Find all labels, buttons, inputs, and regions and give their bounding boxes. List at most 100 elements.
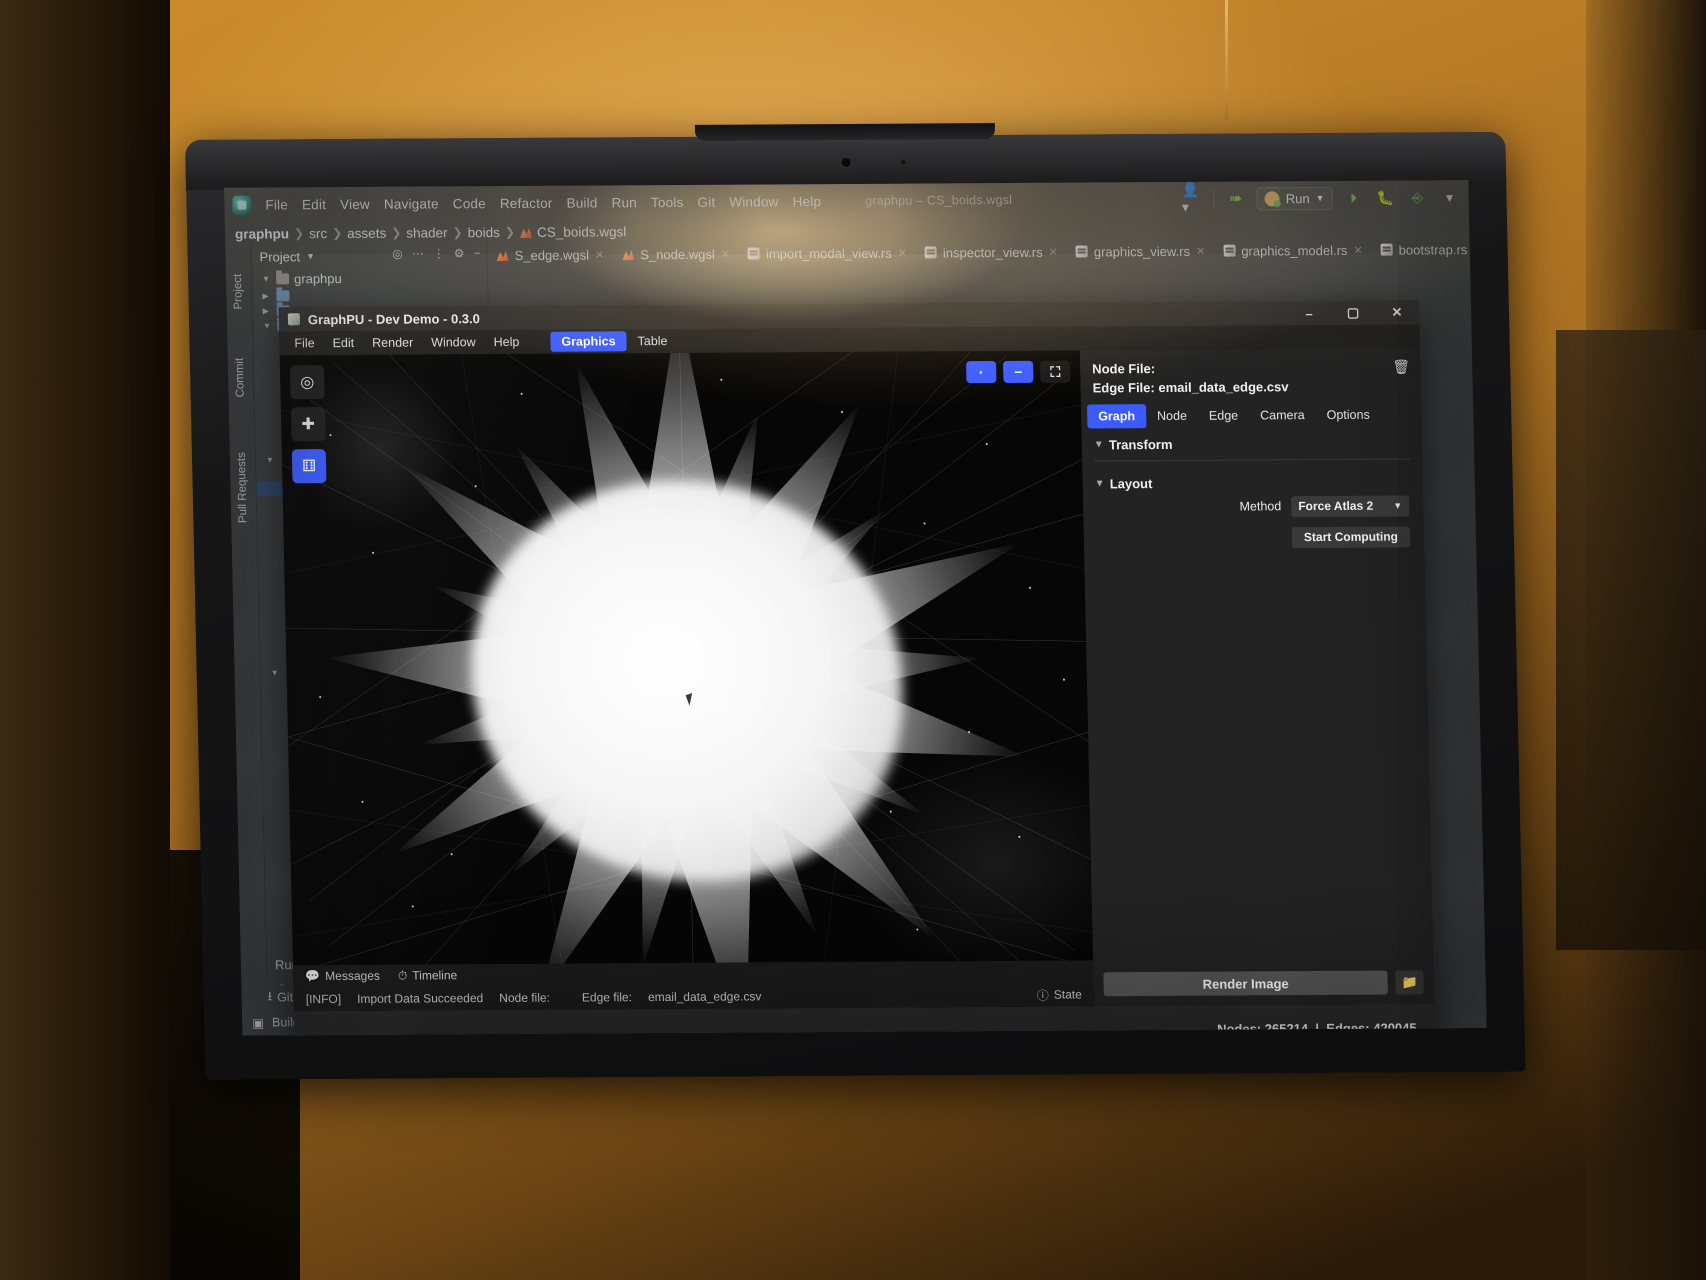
- chevron-down-icon: ▼: [261, 274, 271, 284]
- breadcrumb-item-4[interactable]: boids: [467, 225, 500, 240]
- close-icon[interactable]: ✕: [1353, 243, 1362, 256]
- close-icon[interactable]: ✕: [1049, 245, 1058, 258]
- ide-menu-build[interactable]: Build: [566, 195, 597, 210]
- more-actions-icon[interactable]: ▾: [1438, 186, 1460, 208]
- graphpu-menu-window[interactable]: Window: [422, 332, 485, 352]
- close-button[interactable]: ✕: [1375, 300, 1420, 324]
- target-icon[interactable]: ◎: [289, 365, 325, 400]
- close-icon[interactable]: ✕: [898, 246, 907, 259]
- minus-icon[interactable]: −: [1003, 360, 1034, 383]
- inspector-tabs: Graph Node Edge Camera Options: [1081, 402, 1422, 429]
- ide-menu-navigate[interactable]: Navigate: [384, 196, 439, 211]
- move-icon[interactable]: ✚: [290, 407, 326, 442]
- chevron-down-icon: ▼: [1094, 478, 1105, 490]
- run-with-coverage-icon[interactable]: ⎆: [1406, 186, 1428, 208]
- breadcrumb-item-0[interactable]: graphpu: [235, 226, 289, 241]
- editor-tab-label: graphics_model.rs: [1241, 242, 1348, 259]
- ide-menu-edit[interactable]: Edit: [302, 197, 326, 212]
- sidebar-item-pull-requests[interactable]: Pull Requests: [235, 433, 250, 543]
- viewport-view-buttons: · − ⛶: [966, 360, 1071, 384]
- tab-graph[interactable]: Graph: [1086, 403, 1147, 429]
- folder-icon[interactable]: 📁: [1395, 970, 1424, 995]
- rust-file-icon: [747, 247, 761, 260]
- chevron-down-icon: ▼: [265, 455, 275, 465]
- tab-graphics[interactable]: Graphics: [550, 331, 627, 352]
- tab-edge[interactable]: Edge: [1198, 403, 1250, 427]
- project-panel-title: Project: [259, 248, 301, 265]
- debug-icon[interactable]: 🐛: [1374, 187, 1396, 209]
- minimize-button[interactable]: –: [1287, 301, 1332, 325]
- method-dropdown[interactable]: Force Atlas 2 ▼: [1291, 495, 1410, 517]
- breadcrumb-item-2[interactable]: assets: [347, 225, 386, 240]
- tab-messages[interactable]: 💬 Messages: [305, 969, 380, 983]
- breadcrumb-item-5[interactable]: CS_boids.wgsl: [537, 224, 627, 240]
- tree-row[interactable]: ▼ graphpu: [252, 268, 487, 288]
- maximize-button[interactable]: ▢: [1331, 301, 1376, 325]
- ide-menu-file[interactable]: File: [265, 197, 288, 212]
- run-configuration-selector[interactable]: Run ▼: [1256, 186, 1333, 210]
- ide-menu-git[interactable]: Git: [697, 194, 715, 209]
- editor-tab[interactable]: bootstrap.rs✕: [1371, 239, 1470, 261]
- close-icon[interactable]: ✕: [721, 247, 730, 260]
- tab-options[interactable]: Options: [1315, 402, 1381, 426]
- editor-tab-label: S_edge.wgsl: [514, 247, 590, 263]
- bottom-tab-git[interactable]: ⭳ Git: [267, 987, 294, 1008]
- collapse-all-icon[interactable]: ⋯: [412, 247, 424, 261]
- editor-tab[interactable]: graphics_model.rs ✕: [1214, 239, 1372, 261]
- hammer-build-icon[interactable]: ➠: [1225, 188, 1247, 210]
- editor-tab[interactable]: S_edge.wgsl ✕: [487, 244, 613, 266]
- state-label: State: [1053, 987, 1083, 1002]
- graphpu-menu-file[interactable]: File: [285, 333, 324, 353]
- settings-gear-icon[interactable]: ⚙: [454, 246, 465, 260]
- ide-menu-window[interactable]: Window: [729, 194, 779, 209]
- tab-timeline[interactable]: ⏱ Timeline: [398, 968, 458, 983]
- dot-icon[interactable]: ·: [966, 361, 997, 384]
- section-layout[interactable]: ▼ Layout: [1082, 465, 1423, 493]
- sidebar-item-commit[interactable]: Commit: [234, 348, 247, 408]
- wall-seam: [1225, 0, 1228, 120]
- tab-node[interactable]: Node: [1146, 403, 1198, 427]
- sidebar-item-project[interactable]: Project: [232, 262, 245, 322]
- ide-menu-code[interactable]: Code: [453, 196, 486, 211]
- chevron-down-icon: ▼: [262, 321, 272, 331]
- state-indicator[interactable]: ⓘ State: [1037, 986, 1094, 1003]
- ide-menu-refactor[interactable]: Refactor: [500, 195, 553, 210]
- editor-tab[interactable]: graphics_view.rs ✕: [1067, 240, 1215, 262]
- run-button-icon[interactable]: ⏵: [1342, 187, 1364, 209]
- expand-all-icon[interactable]: ⋮: [433, 246, 445, 260]
- ide-logo-icon: [232, 195, 252, 215]
- close-icon[interactable]: ✕: [1196, 244, 1205, 257]
- ide-menu-tools[interactable]: Tools: [651, 194, 684, 209]
- ide-window-title: graphpu – CS_boids.wgsl: [864, 192, 1013, 208]
- hide-panel-icon[interactable]: −: [473, 246, 480, 260]
- section-transform[interactable]: ▼ Transform: [1082, 426, 1423, 454]
- viewport-tool-buttons: ◎ ✚ ⚅: [289, 365, 327, 484]
- breadcrumb-item-3[interactable]: shader: [406, 225, 448, 240]
- trash-icon[interactable]: 🗑: [1392, 358, 1410, 375]
- scroll-from-source-icon[interactable]: ◎: [392, 247, 403, 261]
- ide-menu-view[interactable]: View: [340, 196, 370, 211]
- ide-menu-help[interactable]: Help: [792, 194, 821, 209]
- render-image-button[interactable]: Render Image: [1103, 970, 1388, 997]
- editor-tab[interactable]: import_modal_view.rs ✕: [739, 242, 916, 264]
- chevron-down-icon[interactable]: ▼: [306, 251, 315, 261]
- ide-menu-run[interactable]: Run: [611, 195, 637, 210]
- graphpu-app-icon: [287, 313, 301, 326]
- start-computing-button[interactable]: Start Computing: [1291, 526, 1411, 548]
- graphpu-menu-help[interactable]: Help: [484, 332, 528, 352]
- tab-camera[interactable]: Camera: [1249, 403, 1316, 427]
- nodes-icon[interactable]: ⚅: [291, 449, 327, 484]
- tab-table[interactable]: Table: [626, 331, 678, 351]
- user-account-icon[interactable]: 👤▾: [1181, 182, 1204, 215]
- editor-tab-label: bootstrap.rs: [1398, 241, 1468, 258]
- fullscreen-icon[interactable]: ⛶: [1040, 360, 1071, 383]
- editor-tab[interactable]: S_node.wgsl ✕: [613, 243, 739, 265]
- breadcrumb-item-1[interactable]: src: [309, 226, 327, 241]
- editor-tab[interactable]: inspector_view.rs ✕: [916, 241, 1067, 263]
- graph-viewport[interactable]: ◎ ✚ ⚅ · − ⛶ 💬 Messages ⏱ Timeline [INFO]…: [279, 350, 1095, 1012]
- graphpu-menu-edit[interactable]: Edit: [323, 333, 363, 353]
- tree-row[interactable]: ▶: [252, 287, 487, 303]
- info-icon: ⓘ: [1036, 988, 1049, 1003]
- graphpu-menu-render[interactable]: Render: [363, 333, 422, 353]
- close-icon[interactable]: ✕: [595, 248, 604, 261]
